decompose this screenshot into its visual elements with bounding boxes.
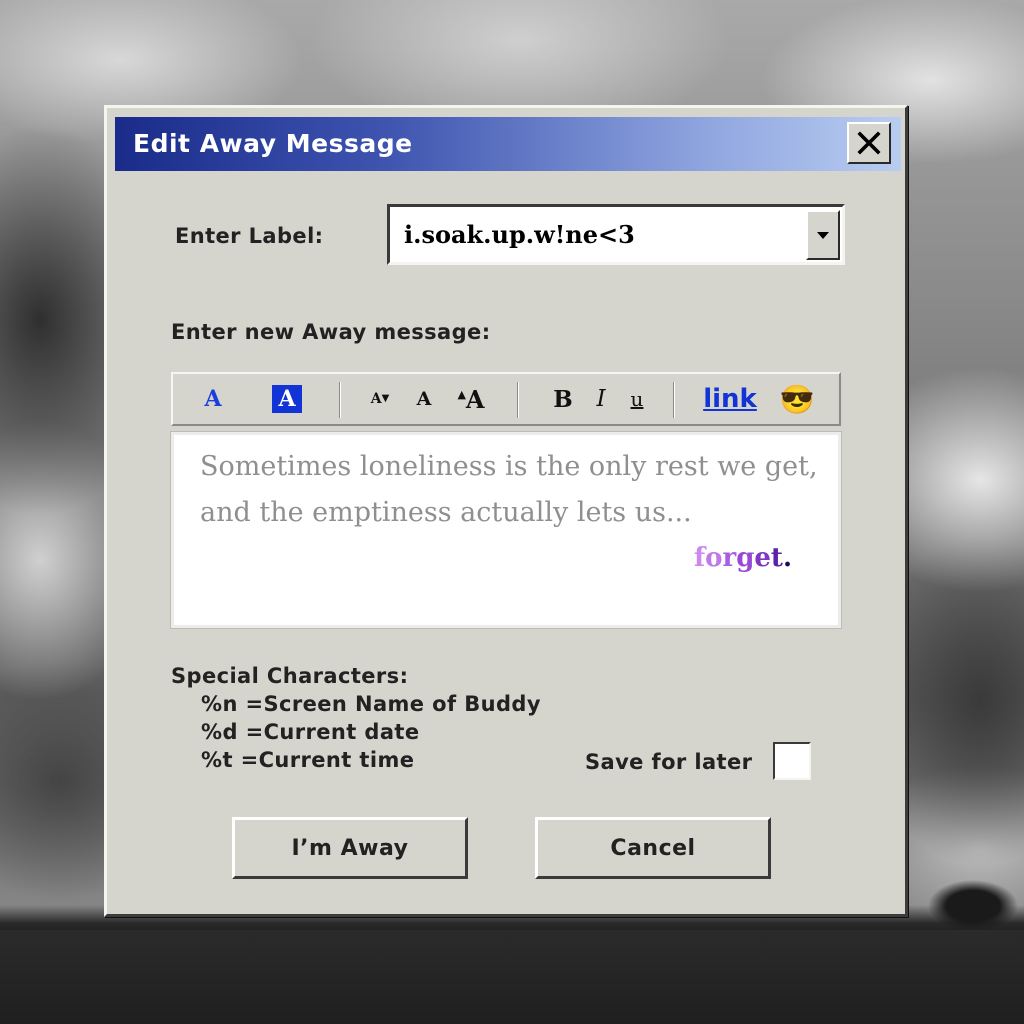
insert-link-button[interactable]: link xyxy=(695,374,765,424)
dialog-title: Edit Away Message xyxy=(133,129,413,158)
increase-font-icon: ▲A xyxy=(457,384,485,414)
special-char-item: %d =Current date xyxy=(201,720,420,744)
background-color-icon: A xyxy=(272,385,302,413)
special-char-item: %t =Current time xyxy=(201,748,415,772)
sunglasses-emoji-icon: 😎 xyxy=(779,382,815,416)
dark-field xyxy=(0,930,1024,1024)
tree-silhouette xyxy=(928,880,1018,932)
background-color-button[interactable]: A xyxy=(269,374,305,424)
label-combobox[interactable]: i.soak.up.w!ne<3 xyxy=(387,204,845,265)
save-for-later-checkbox[interactable] xyxy=(773,742,811,780)
underline-button[interactable]: u xyxy=(621,374,653,424)
away-message-textarea[interactable]: Sometimes loneliness is the only rest we… xyxy=(170,431,842,629)
link-label: link xyxy=(703,384,757,414)
im-away-button[interactable]: I’m Away xyxy=(232,817,468,879)
enter-message-prompt: Enter new Away message: xyxy=(171,320,491,344)
label-value: i.soak.up.w!ne<3 xyxy=(404,220,635,249)
increase-font-button[interactable]: ▲A xyxy=(451,374,491,424)
special-characters-heading: Special Characters: xyxy=(171,664,409,688)
chevron-down-icon xyxy=(817,231,829,239)
highlight-letter: r xyxy=(722,543,737,573)
decrease-font-icon: A▼ xyxy=(370,391,390,407)
text-color-button[interactable]: A xyxy=(195,374,231,424)
normal-font-button[interactable]: A xyxy=(407,374,441,424)
decrease-font-button[interactable]: A▼ xyxy=(363,374,397,424)
highlight-letter: o xyxy=(705,543,723,573)
close-icon xyxy=(857,131,881,155)
enter-label-prompt: Enter Label: xyxy=(175,224,324,248)
toolbar-separator xyxy=(673,382,675,418)
close-button[interactable] xyxy=(847,122,891,164)
text-color-icon: A xyxy=(204,386,222,412)
toolbar-separator xyxy=(339,382,341,418)
italic-icon: I xyxy=(596,386,606,412)
bold-icon: B xyxy=(553,385,573,413)
highlight-letter: e xyxy=(754,543,771,573)
formatting-toolbar: A A A▼ A ▲A B I u link 😎 xyxy=(171,372,841,426)
highlight-letter: . xyxy=(782,543,792,573)
message-line-2: and the emptiness actually lets us... xyxy=(200,497,692,528)
bold-button[interactable]: B xyxy=(547,374,579,424)
normal-font-icon: A xyxy=(416,388,432,410)
insert-emoji-button[interactable]: 😎 xyxy=(777,374,817,424)
edit-away-message-dialog: Edit Away Message Enter Label: i.soak.up… xyxy=(104,105,908,917)
special-char-item: %n =Screen Name of Buddy xyxy=(201,692,541,716)
highlight-letter: f xyxy=(693,543,706,573)
title-bar[interactable]: Edit Away Message xyxy=(115,117,901,171)
highlight-letter: t xyxy=(770,543,783,573)
label-dropdown-button[interactable] xyxy=(806,210,840,260)
underline-icon: u xyxy=(630,387,644,411)
message-line-1: Sometimes loneliness is the only rest we… xyxy=(200,451,818,482)
save-for-later-label: Save for later xyxy=(585,750,753,774)
cancel-button[interactable]: Cancel xyxy=(535,817,771,879)
highlight-letter: g xyxy=(736,543,755,573)
toolbar-separator xyxy=(517,382,519,418)
message-highlight-word: forget. xyxy=(694,543,792,573)
italic-button[interactable]: I xyxy=(585,374,617,424)
